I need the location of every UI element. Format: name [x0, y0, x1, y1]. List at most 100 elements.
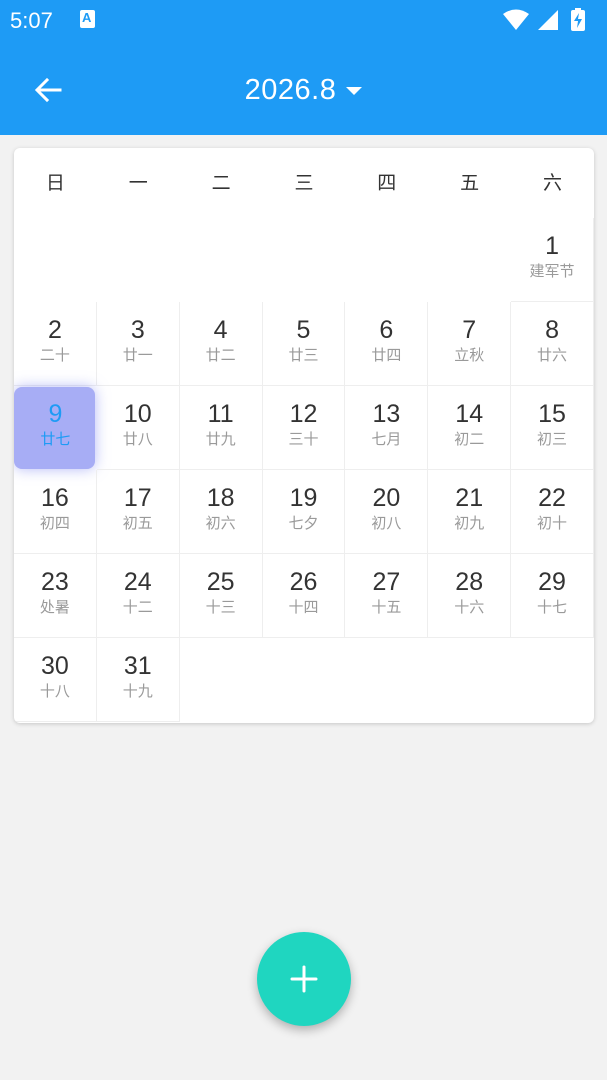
day-number: 26: [289, 568, 318, 596]
lunar-date: 廿九: [205, 430, 236, 448]
weekday-label: 二: [211, 172, 231, 194]
lunar-date: 初六: [205, 514, 236, 532]
day-number: 11: [207, 400, 234, 428]
day-number: 3: [130, 316, 145, 344]
calendar-day[interactable]: 9 廿七: [14, 386, 97, 470]
battery-charging-icon: [571, 8, 585, 31]
day-number: 1: [545, 232, 560, 260]
calendar-day[interactable]: 13 七月: [345, 386, 429, 470]
lunar-date: 二十: [39, 346, 70, 364]
day-number: 6: [379, 316, 394, 344]
lunar-date: 十二: [122, 598, 153, 616]
calendar-day[interactable]: 8 廿六: [511, 302, 594, 386]
day-number: 10: [123, 400, 152, 428]
day-number: 12: [289, 400, 318, 428]
lunar-date: 十七: [537, 598, 568, 616]
calendar-day[interactable]: 10 廿八: [96, 386, 180, 470]
lunar-date: 初八: [371, 514, 402, 532]
lunar-date: 七夕: [288, 514, 319, 532]
calendar-day[interactable]: 15 初三: [511, 386, 594, 470]
day-number: 24: [123, 568, 152, 596]
day-number: 21: [455, 484, 484, 512]
add-button[interactable]: [257, 932, 351, 1026]
calendar-day[interactable]: 31 十九: [96, 638, 180, 722]
lunar-date: 廿七: [40, 430, 71, 448]
app-bar: 5:07 2026.8: [0, 0, 607, 135]
lunar-date: 七月: [371, 430, 402, 448]
lunar-date: 十九: [122, 682, 153, 700]
weekday-label: 四: [377, 172, 397, 194]
lunar-date: 十八: [39, 682, 70, 700]
day-number: 2: [47, 316, 62, 344]
calendar-day[interactable]: 24 十二: [96, 554, 180, 638]
calendar-day[interactable]: 5 廿三: [262, 302, 346, 386]
calendar-day[interactable]: 2 二十: [14, 302, 97, 386]
calendar-day[interactable]: 16 初四: [14, 470, 97, 554]
notification-a-icon: [80, 10, 95, 28]
lunar-date: 初十: [537, 514, 568, 532]
status-bar: 5:07: [0, 0, 607, 42]
day-number: 25: [206, 568, 235, 596]
calendar-day[interactable]: 26 十四: [262, 554, 346, 638]
calendar-day[interactable]: 1 建军节: [511, 218, 594, 302]
day-number: 5: [296, 316, 311, 344]
day-number: 16: [41, 484, 69, 512]
day-number: 19: [289, 484, 318, 512]
lunar-date: 廿八: [122, 430, 153, 448]
weekday-label: 五: [460, 172, 480, 194]
day-number: 20: [372, 484, 401, 512]
calendar-day[interactable]: 12 三十: [262, 386, 346, 470]
calendar-day[interactable]: 18 初六: [179, 470, 263, 554]
calendar-day[interactable]: 6 廿四: [345, 302, 429, 386]
day-number: 4: [213, 316, 228, 344]
calendar-day[interactable]: 23 处暑: [14, 554, 97, 638]
day-number: 17: [123, 484, 152, 512]
day-number: 30: [41, 652, 69, 680]
calendar-day[interactable]: 30 十八: [14, 638, 97, 722]
weekday-header: 日一二三四五六: [14, 148, 594, 218]
day-number: 18: [206, 484, 235, 512]
calendar-card: 日 一 二 三 四 五 六 1 建军节 2 二十 3 廿一 4 廿二 5 廿三 6 廿四 7 立秋 8 廿六 9 廿七 10 廿八…: [14, 148, 594, 723]
lunar-date: 初二: [454, 430, 485, 448]
calendar-day[interactable]: 25 十三: [179, 554, 263, 638]
system-icons: [502, 8, 597, 32]
calendar-day[interactable]: 19 七夕: [262, 470, 346, 554]
day-number: 9: [48, 400, 63, 428]
lunar-date: 三十: [288, 430, 319, 448]
calendar-day[interactable]: 27 十五: [345, 554, 429, 638]
lunar-date: 初三: [537, 430, 568, 448]
calendar-day[interactable]: 11 廿九: [179, 386, 263, 470]
day-number: 28: [455, 568, 484, 596]
day-number: 22: [538, 484, 566, 512]
lunar-date: 廿三: [288, 346, 319, 364]
day-number: 31: [123, 652, 152, 680]
day-number: 15: [538, 400, 566, 428]
month-selector[interactable]: 2026.8: [0, 70, 607, 110]
calendar-day[interactable]: 3 廿一: [96, 302, 180, 386]
page-title: 2026.8: [244, 73, 337, 106]
calendar-day[interactable]: 21 初九: [428, 470, 512, 554]
calendar-day[interactable]: 17 初五: [96, 470, 180, 554]
lunar-date: 廿一: [122, 346, 153, 364]
weekday-label: 六: [542, 172, 562, 194]
weekday-label: 一: [128, 172, 148, 194]
calendar-day[interactable]: 7 立秋: [428, 302, 512, 386]
calendar-day[interactable]: 14 初二: [428, 386, 512, 470]
plus-icon: [290, 965, 318, 993]
weekday-label: 三: [294, 172, 314, 194]
wifi-icon: [503, 9, 529, 30]
status-time: 5:07: [10, 8, 53, 33]
day-number: 29: [538, 568, 566, 596]
lunar-date: 十三: [205, 598, 236, 616]
calendar-day[interactable]: 28 十六: [428, 554, 512, 638]
weekday-label: 日: [45, 172, 65, 194]
lunar-date: 十六: [454, 598, 485, 616]
calendar-day[interactable]: 29 十七: [511, 554, 594, 638]
lunar-date: 廿四: [371, 346, 402, 364]
lunar-date: 初九: [454, 514, 485, 532]
day-number: 27: [372, 568, 401, 596]
calendar-day[interactable]: 22 初十: [511, 470, 594, 554]
calendar-day[interactable]: 4 廿二: [179, 302, 263, 386]
lunar-date: 十四: [288, 598, 319, 616]
calendar-day[interactable]: 20 初八: [345, 470, 429, 554]
